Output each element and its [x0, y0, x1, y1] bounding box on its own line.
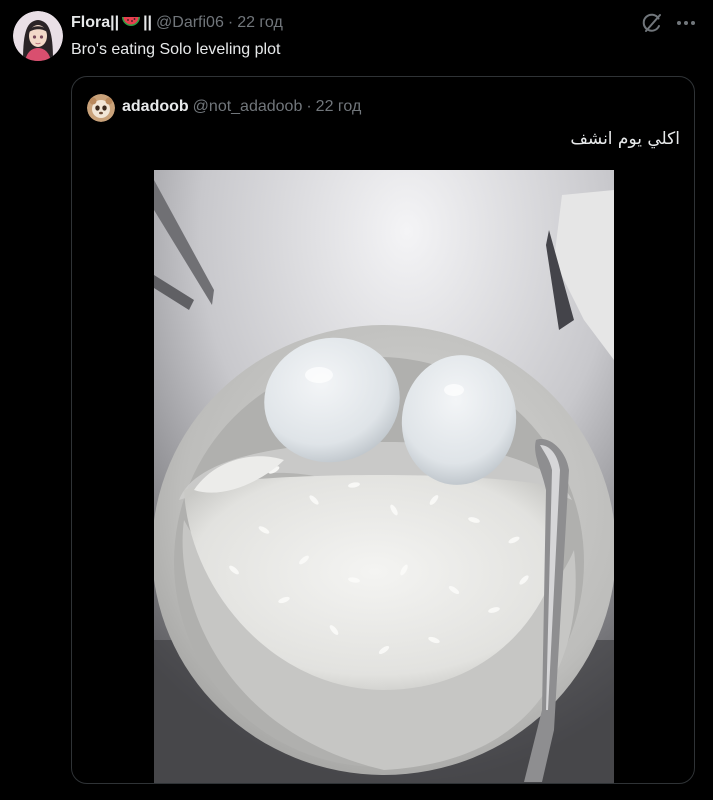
quoted-author-handle[interactable]: @not_adadoob	[193, 97, 303, 117]
tweet-text: Bro's eating Solo leveling plot	[71, 41, 281, 58]
more-icon[interactable]	[674, 11, 698, 35]
quoted-separator: ·	[306, 98, 312, 115]
quoted-header: adadoob @not_adadoob · 22 год	[122, 96, 361, 118]
grok-icon[interactable]	[640, 11, 664, 35]
watermelon-icon	[121, 16, 141, 30]
quoted-tweet[interactable]: adadoob @not_adadoob · 22 год اكلي يوم ا…	[71, 76, 695, 784]
author-handle[interactable]: @Darfi06	[156, 13, 224, 33]
separator: ·	[227, 14, 234, 31]
quoted-timestamp[interactable]: 22 год	[316, 97, 362, 117]
author-name-suffix: ||	[143, 14, 153, 31]
quoted-avatar[interactable]	[87, 94, 115, 122]
quoted-tweet-text: اكلي يوم انشف	[570, 129, 680, 149]
avatar[interactable]	[13, 11, 63, 61]
timestamp[interactable]: 22 год	[237, 13, 283, 33]
tweet-header: Flora|| || @Darfi06 · 22 год	[71, 12, 623, 34]
author-name[interactable]: Flora||	[71, 13, 119, 33]
quoted-photo[interactable]	[154, 170, 614, 783]
quoted-author-name[interactable]: adadoob	[122, 97, 189, 117]
